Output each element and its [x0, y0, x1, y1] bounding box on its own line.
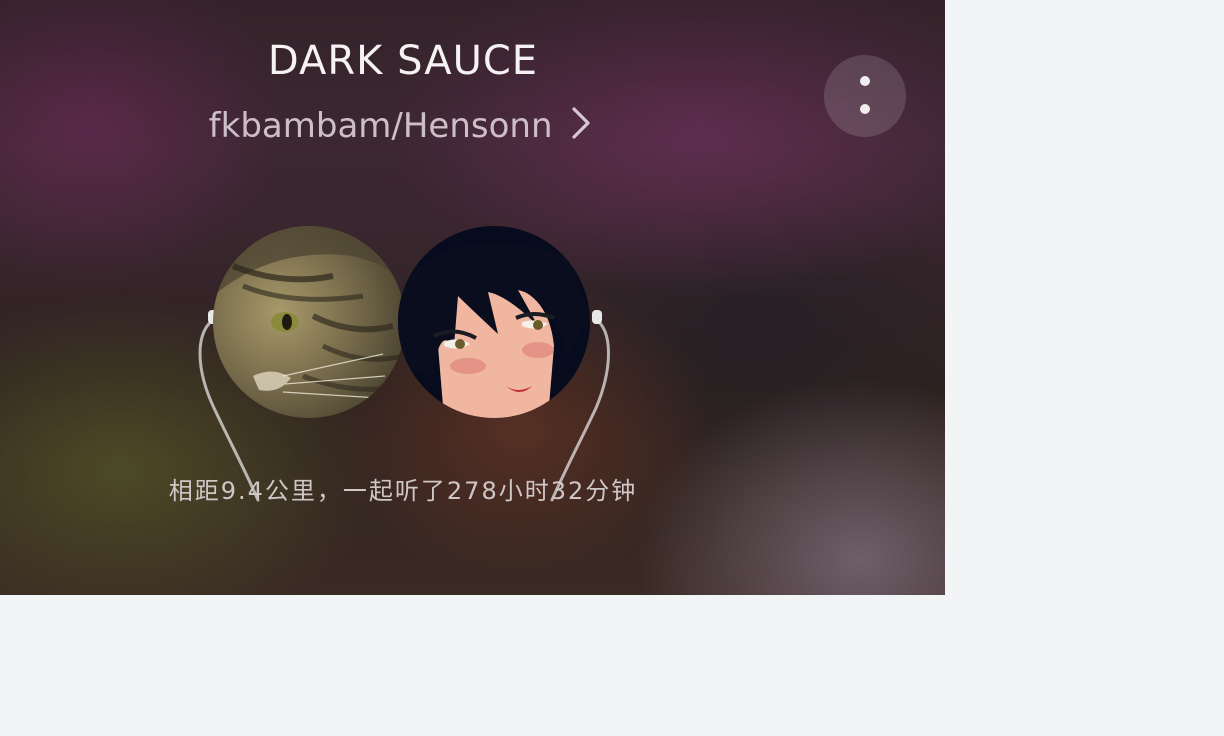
listening-stats: 相距9.4公里，一起听了278小时32分钟	[168, 477, 638, 505]
artist-names: fkbambam/Hensonn	[208, 106, 553, 146]
cat-avatar[interactable]	[213, 226, 405, 418]
vertical-dots-icon	[860, 76, 870, 86]
song-title: DARK SAUCE	[267, 38, 539, 84]
anime-girl-avatar[interactable]	[398, 226, 590, 418]
vertical-dots-icon-lower	[860, 104, 870, 114]
more-options-button[interactable]	[824, 55, 906, 137]
chevron-right-icon	[571, 106, 591, 149]
page: DARK SAUCE fkbambam/Hensonn 相距9.4公里，一起听了…	[0, 0, 1224, 736]
artist-link[interactable]: fkbambam/Hensonn	[0, 106, 800, 149]
listen-together-card: DARK SAUCE fkbambam/Hensonn 相距9.4公里，一起听了…	[0, 0, 945, 595]
